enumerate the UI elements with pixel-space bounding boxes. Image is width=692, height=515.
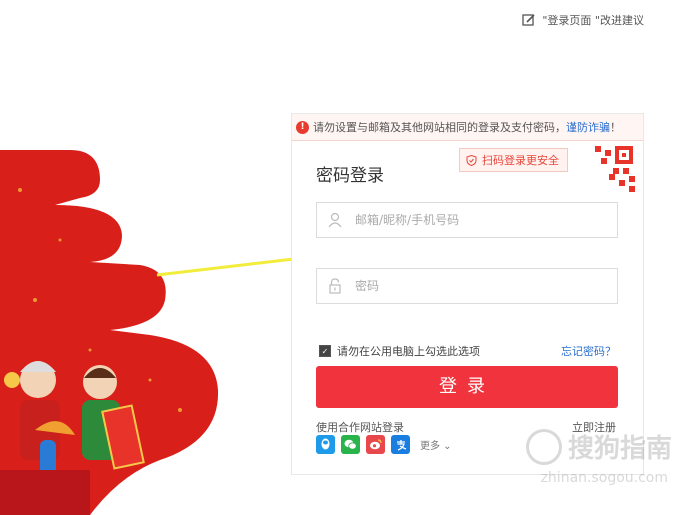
remember-label: 请勿在公用电脑上勾选此选项 bbox=[337, 345, 480, 358]
feedback-link[interactable]: "登录页面 "改进建议 bbox=[522, 12, 644, 28]
username-input[interactable] bbox=[353, 212, 597, 228]
feedback-label: "登录页面 "改进建议 bbox=[542, 14, 644, 27]
forgot-password-link[interactable]: 忘记密码？ bbox=[561, 343, 616, 359]
shield-icon bbox=[466, 154, 477, 166]
alipay-icon[interactable] bbox=[391, 435, 410, 454]
scan-tip-label: 扫码登录更安全 bbox=[482, 154, 559, 167]
remember-checkbox[interactable]: ✓ bbox=[319, 345, 331, 357]
festive-illustration bbox=[0, 150, 219, 515]
password-input[interactable] bbox=[353, 278, 597, 294]
qr-code-icon[interactable] bbox=[591, 144, 637, 194]
wechat-icon[interactable] bbox=[341, 435, 360, 454]
lock-icon bbox=[317, 278, 353, 294]
warning-text: 请勿设置与邮箱及其他网站相同的登录及支付密码， bbox=[313, 121, 566, 134]
partner-login-label: 使用合作网站登录 bbox=[316, 421, 404, 434]
username-field[interactable] bbox=[316, 202, 618, 238]
watermark: 搜狗指南 bbox=[525, 428, 672, 465]
alert-icon: ! bbox=[296, 120, 309, 134]
password-field[interactable] bbox=[316, 268, 618, 304]
remember-option[interactable]: ✓ 请勿在公用电脑上勾选此选项 bbox=[319, 343, 480, 359]
edit-icon bbox=[522, 14, 535, 26]
login-panel: ! 请勿设置与邮箱及其他网站相同的登录及支付密码， 谨防诈骗 ！ 密码登录 扫码… bbox=[291, 113, 644, 475]
watermark-text: 搜狗指南 bbox=[567, 434, 672, 464]
security-warning: ! 请勿设置与邮箱及其他网站相同的登录及支付密码， 谨防诈骗 ！ bbox=[292, 114, 643, 141]
user-icon bbox=[317, 212, 353, 228]
more-partners[interactable]: 更多 ⌄ bbox=[420, 437, 452, 452]
warning-suffix: ！ bbox=[610, 121, 621, 134]
social-login-list: 更多 ⌄ bbox=[316, 435, 452, 454]
watermark-logo bbox=[525, 428, 562, 465]
weibo-icon[interactable] bbox=[366, 435, 385, 454]
scan-login-tip[interactable]: 扫码登录更安全 bbox=[459, 148, 568, 172]
watermark-url: zhinan.sogou.com bbox=[540, 470, 668, 486]
qq-icon[interactable] bbox=[316, 435, 335, 454]
login-title: 密码登录 bbox=[316, 166, 384, 186]
fraud-link[interactable]: 谨防诈骗 bbox=[566, 119, 610, 135]
login-button[interactable]: 登录 bbox=[316, 366, 618, 408]
